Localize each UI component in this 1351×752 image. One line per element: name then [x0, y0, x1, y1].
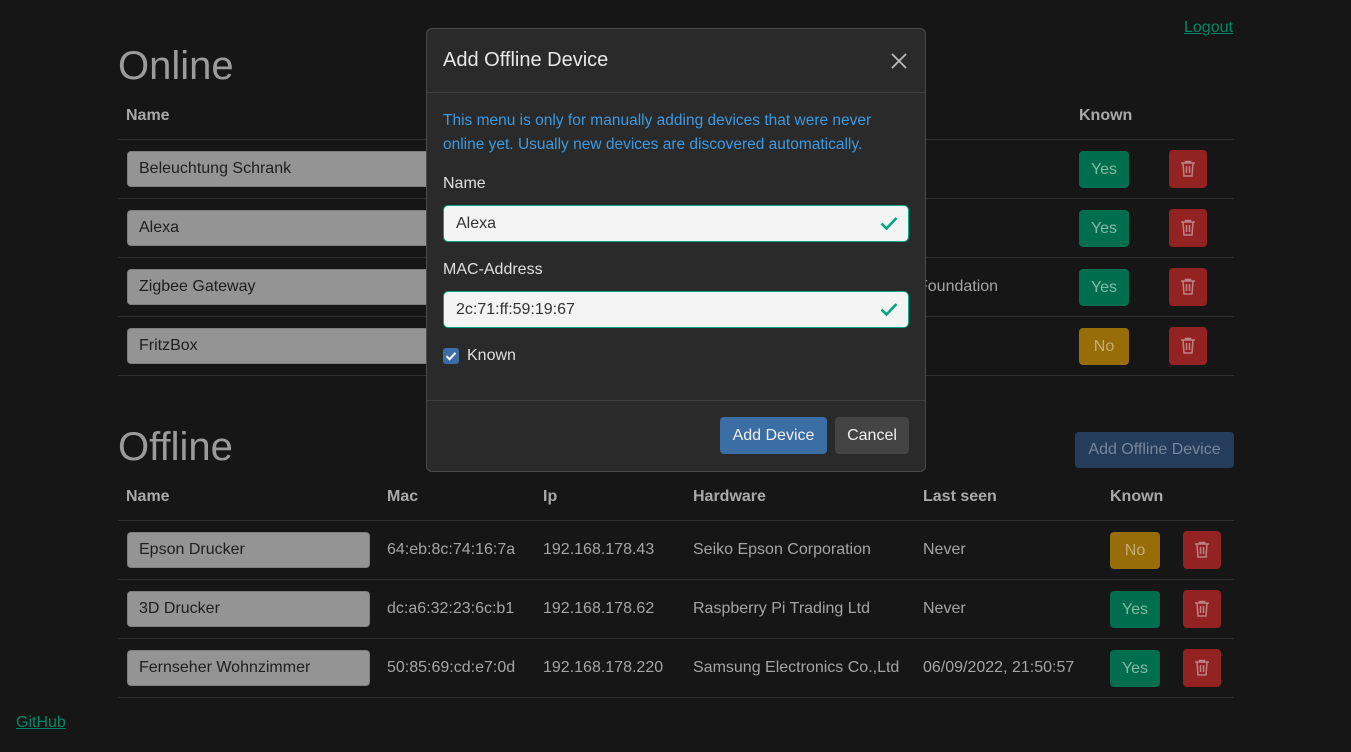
page: Logout Online Name Known Beleuchtung Sch… — [0, 0, 1351, 752]
cancel-button[interactable]: Cancel — [835, 417, 909, 454]
add-offline-device-modal: Add Offline Device This menu is only for… — [426, 28, 926, 472]
name-input[interactable] — [444, 206, 888, 241]
name-field-label: Name — [443, 175, 486, 192]
mac-field — [443, 291, 909, 328]
check-icon — [880, 217, 898, 231]
mac-field-label: MAC-Address — [443, 261, 543, 278]
modal-info-text: This menu is only for manually adding de… — [443, 112, 872, 153]
mac-address-input[interactable] — [444, 292, 888, 327]
close-button[interactable] — [889, 51, 909, 71]
known-checkbox[interactable] — [443, 348, 459, 364]
name-field — [443, 205, 909, 242]
known-checkbox-label[interactable]: Known — [467, 347, 516, 365]
modal-header: Add Offline Device — [427, 29, 925, 93]
check-icon — [880, 303, 898, 317]
modal-title: Add Offline Device — [443, 49, 609, 71]
close-icon — [891, 53, 907, 69]
modal-footer-divider — [427, 400, 925, 401]
add-device-button[interactable]: Add Device — [720, 417, 827, 454]
checkmark-icon — [445, 352, 457, 361]
